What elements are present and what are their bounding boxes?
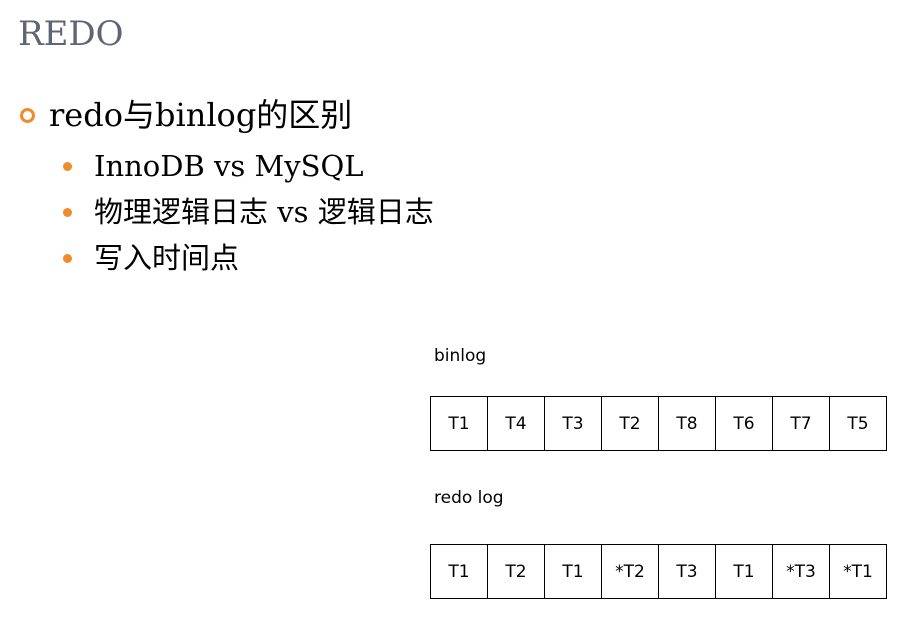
redo-log-cell: T2 (488, 545, 545, 598)
redo-log-cell: T1 (431, 545, 488, 598)
main-bullet: redo与binlog的区别 (20, 95, 352, 135)
binlog-label: binlog (434, 346, 487, 366)
sub-bullet-item: InnoDB vs MySQL (63, 143, 434, 189)
redo-log-cell: T1 (716, 545, 773, 598)
binlog-cell: T7 (773, 397, 830, 450)
binlog-cell: T5 (830, 397, 887, 450)
redo-log-label: redo log (434, 488, 504, 508)
redo-log-cell: *T1 (830, 545, 887, 598)
sub-bullet-list: InnoDB vs MySQL 物理逻辑日志 vs 逻辑日志 写入时间点 (63, 143, 434, 281)
redo-log-cell: T3 (659, 545, 716, 598)
sub-bullet-item: 物理逻辑日志 vs 逻辑日志 (63, 189, 434, 235)
binlog-cell: T4 (488, 397, 545, 450)
redo-log-cell: T1 (545, 545, 602, 598)
sub-bullet-text: 物理逻辑日志 vs 逻辑日志 (94, 195, 434, 229)
binlog-cell: T6 (716, 397, 773, 450)
ring-bullet-icon (20, 107, 35, 123)
sub-bullet-text: InnoDB vs MySQL (94, 149, 364, 183)
sub-bullet-item: 写入时间点 (63, 235, 434, 281)
binlog-cell: T1 (431, 397, 488, 450)
binlog-cell: T8 (659, 397, 716, 450)
binlog-cell: T2 (602, 397, 659, 450)
dot-bullet-icon (63, 253, 72, 263)
redo-log-row: T1 T2 T1 *T2 T3 T1 *T3 *T1 (430, 544, 887, 599)
sub-bullet-text: 写入时间点 (94, 241, 240, 275)
redo-log-cell: *T3 (773, 545, 830, 598)
redo-log-cell: *T2 (602, 545, 659, 598)
binlog-cell: T3 (545, 397, 602, 450)
dot-bullet-icon (63, 207, 72, 217)
binlog-row: T1 T4 T3 T2 T8 T6 T7 T5 (430, 396, 887, 451)
dot-bullet-icon (63, 161, 72, 171)
main-bullet-text: redo与binlog的区别 (49, 96, 353, 134)
slide-title: REDO (18, 14, 124, 54)
